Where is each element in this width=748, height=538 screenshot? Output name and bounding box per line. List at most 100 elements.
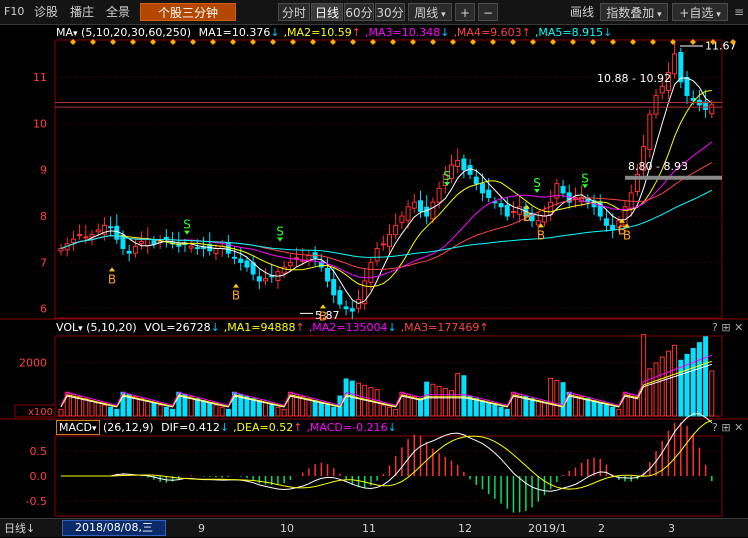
month-tick-label: 2019/1 (528, 522, 567, 535)
candle-body (548, 201, 554, 216)
volume-bar (312, 400, 318, 417)
ma5-line (60, 189, 713, 258)
candle-body (343, 306, 349, 310)
candle-body (244, 260, 250, 268)
candle-body (393, 224, 399, 236)
candle-body (486, 189, 492, 199)
volume-bar (263, 402, 269, 417)
volume-bar (139, 398, 145, 417)
volume-bar (442, 388, 448, 417)
volume-bar (380, 404, 386, 417)
candle-body (473, 176, 479, 185)
volume-bar (585, 398, 591, 417)
sell-signal-label: S (533, 176, 541, 190)
volume-bar (387, 406, 392, 417)
candle-body (126, 250, 132, 254)
volume-bar (560, 382, 566, 417)
volume-bar (591, 400, 597, 417)
volume-bar (690, 348, 696, 417)
volume-bar (473, 398, 479, 417)
volume-bar (101, 404, 107, 417)
candle-body (709, 104, 715, 115)
candle-body (560, 185, 566, 194)
volume-bar (492, 404, 498, 417)
volume-bar (653, 362, 659, 417)
volume-bar (541, 402, 547, 417)
candle-body (603, 218, 609, 226)
macd-tick-label: 0.5 (30, 445, 48, 458)
volume-bar (318, 402, 324, 417)
volume-bar (603, 404, 609, 417)
candle-body (151, 240, 157, 245)
status-mode-label: 日线 (4, 522, 26, 535)
volume-bar (616, 408, 622, 417)
month-tick-label: 9 (198, 522, 205, 535)
vol-ma1-line (60, 363, 712, 408)
volume-bar (647, 368, 653, 417)
range-mid-label: 8.80 - 8.93 (628, 160, 688, 173)
volume-bar (393, 408, 399, 417)
price-tick-label: 9 (40, 164, 47, 177)
buy-signal-label: B (232, 289, 240, 303)
kline-chart[interactable]: 1110987610.88 - 10.928.80 - 8.9311.675.8… (0, 0, 748, 536)
volume-bar (597, 402, 603, 417)
macd-tick-label: 0.0 (30, 470, 48, 483)
candle-body (541, 215, 547, 223)
candle-body (672, 53, 678, 75)
volume-bar (678, 359, 684, 417)
price-tick-label: 11 (33, 71, 47, 84)
candle-body (325, 267, 331, 282)
volume-bar (486, 402, 492, 417)
candle-body (653, 95, 659, 115)
candle-body (232, 256, 238, 259)
volume-bar (95, 402, 101, 417)
volume-bar (151, 402, 157, 417)
candle-body (349, 308, 355, 312)
candle-body (535, 220, 541, 226)
volume-bar (163, 406, 169, 417)
sell-signal-label: S (443, 169, 451, 183)
candle-body (70, 238, 76, 243)
status-mode[interactable]: 日线↓ (4, 520, 35, 538)
volume-bar (535, 400, 541, 417)
buy-signal-label: B (537, 228, 545, 242)
candle-body (430, 201, 436, 220)
buy-signal-label: B (108, 272, 116, 286)
candle-body (436, 187, 442, 203)
buy-arrow-icon (109, 267, 115, 272)
volume-bar (201, 400, 207, 417)
candle-body (647, 113, 653, 150)
buy-signal-label: B (319, 309, 327, 323)
candle-body (263, 278, 269, 282)
candle-body (139, 241, 145, 244)
candle-body (337, 290, 343, 305)
vol-ma2-line (60, 360, 712, 407)
price-tick-label: 10 (33, 117, 47, 130)
sell-signal-label: S (581, 171, 589, 185)
vol-unit-label: x100 (28, 407, 53, 418)
volume-bar (325, 404, 331, 417)
sell-arrow-icon (184, 230, 190, 235)
candle-body (331, 279, 337, 296)
volume-bar (275, 406, 281, 417)
vol-tick-label: 2000 (19, 357, 47, 370)
volume-bar (665, 350, 671, 417)
support-band (625, 175, 722, 180)
candle-body (411, 201, 417, 209)
sell-signal-label: S (276, 225, 284, 239)
volume-bar (461, 375, 467, 417)
month-tick-label: 3 (668, 522, 675, 535)
buy-signal-label: B (623, 228, 631, 242)
sell-arrow-icon (534, 188, 540, 193)
volume-bar (219, 406, 225, 417)
candle-body (306, 254, 312, 261)
ma1-line (60, 77, 713, 305)
candle-body (132, 245, 138, 254)
volume-bar (250, 398, 256, 417)
candle-body (455, 159, 461, 167)
volume-bar (548, 377, 554, 417)
candle-body (163, 236, 169, 240)
candle-body (424, 206, 430, 217)
candle-body (213, 248, 219, 255)
date-cursor-label: 2018/08/08,三 (62, 520, 166, 536)
